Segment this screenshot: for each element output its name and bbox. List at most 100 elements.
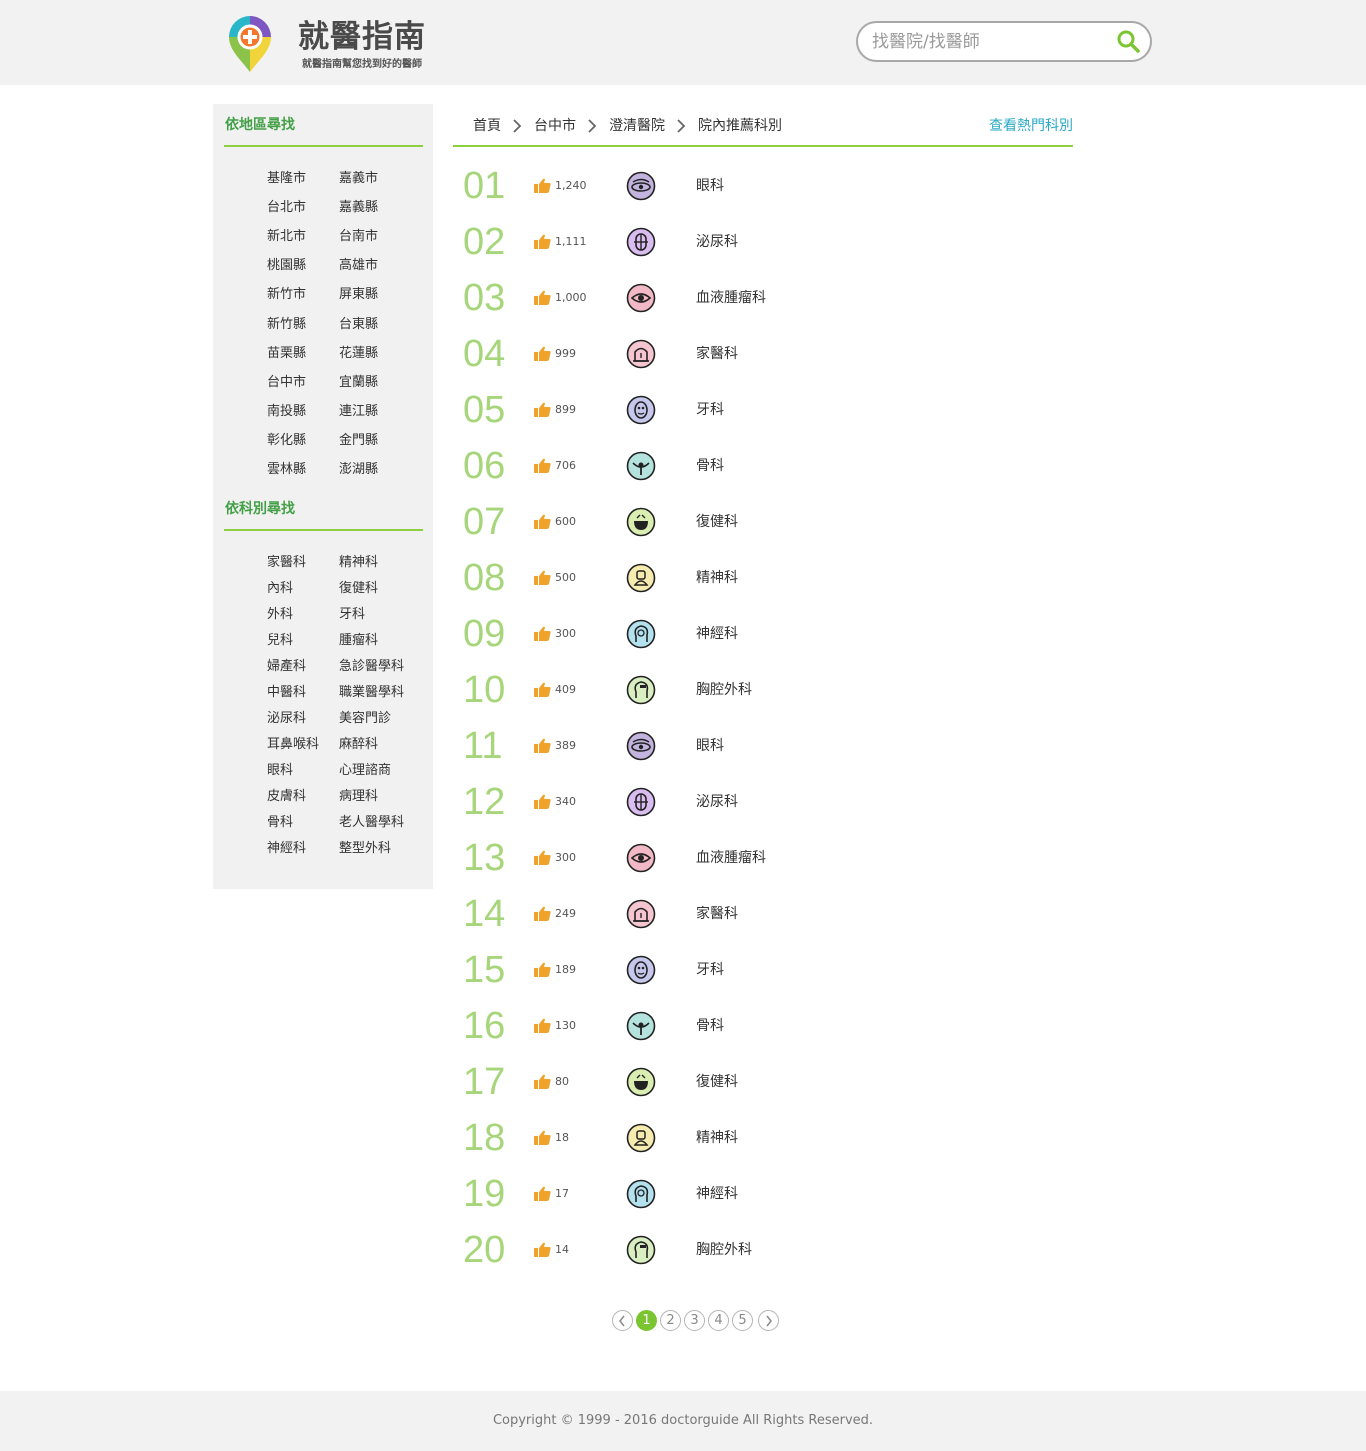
thumbs-up-icon[interactable] bbox=[534, 178, 551, 193]
hot-departments-link[interactable]: 查看熱門科別 bbox=[989, 117, 1073, 135]
region-link[interactable]: 宜蘭縣 bbox=[339, 374, 378, 392]
department-name[interactable]: 復健科 bbox=[696, 1073, 738, 1091]
department-link[interactable]: 整型外科 bbox=[339, 840, 391, 858]
department-link[interactable]: 病理科 bbox=[339, 788, 378, 806]
department-link[interactable]: 美容門診 bbox=[339, 710, 391, 728]
department-link[interactable]: 中醫科 bbox=[267, 684, 306, 702]
ranking-row[interactable]: 11 389 眼科 bbox=[453, 719, 1073, 775]
department-link[interactable]: 家醫科 bbox=[267, 554, 306, 572]
department-link[interactable]: 眼科 bbox=[267, 762, 293, 780]
department-name[interactable]: 泌尿科 bbox=[696, 793, 738, 811]
page-number-button[interactable]: 1 bbox=[636, 1310, 657, 1331]
region-link[interactable]: 苗栗縣 bbox=[267, 345, 306, 363]
region-link[interactable]: 新竹市 bbox=[267, 286, 306, 304]
department-name[interactable]: 精神科 bbox=[696, 569, 738, 587]
department-name[interactable]: 眼科 bbox=[696, 737, 724, 755]
department-name[interactable]: 牙科 bbox=[696, 961, 724, 979]
ranking-row[interactable]: 07 600 復健科 bbox=[453, 495, 1073, 551]
ranking-row[interactable]: 02 1,111 泌尿科 bbox=[453, 215, 1073, 271]
department-link[interactable]: 神經科 bbox=[267, 840, 306, 858]
department-link[interactable]: 兒科 bbox=[267, 632, 293, 650]
ranking-row[interactable]: 08 500 精神科 bbox=[453, 551, 1073, 607]
region-link[interactable]: 連江縣 bbox=[339, 403, 378, 421]
ranking-row[interactable]: 16 130 骨科 bbox=[453, 999, 1073, 1055]
ranking-row[interactable]: 14 249 家醫科 bbox=[453, 887, 1073, 943]
department-name[interactable]: 家醫科 bbox=[696, 905, 738, 923]
region-link[interactable]: 彰化縣 bbox=[267, 432, 306, 450]
department-name[interactable]: 眼科 bbox=[696, 177, 724, 195]
department-name[interactable]: 復健科 bbox=[696, 513, 738, 531]
department-link[interactable]: 復健科 bbox=[339, 580, 378, 598]
ranking-row[interactable]: 18 18 精神科 bbox=[453, 1111, 1073, 1167]
ranking-row[interactable]: 04 999 家醫科 bbox=[453, 327, 1073, 383]
search-icon[interactable] bbox=[1115, 28, 1143, 56]
page-number-button[interactable]: 2 bbox=[660, 1310, 681, 1331]
page-number-button[interactable]: 3 bbox=[684, 1310, 705, 1331]
region-link[interactable]: 台中市 bbox=[267, 374, 306, 392]
region-link[interactable]: 嘉義縣 bbox=[339, 199, 378, 217]
department-link[interactable]: 內科 bbox=[267, 580, 293, 598]
thumbs-up-icon[interactable] bbox=[534, 906, 551, 921]
thumbs-up-icon[interactable] bbox=[534, 346, 551, 361]
department-link[interactable]: 泌尿科 bbox=[267, 710, 306, 728]
thumbs-up-icon[interactable] bbox=[534, 738, 551, 753]
department-name[interactable]: 胸腔外科 bbox=[696, 681, 752, 699]
thumbs-up-icon[interactable] bbox=[534, 850, 551, 865]
department-link[interactable]: 職業醫學科 bbox=[339, 684, 404, 702]
next-page-button[interactable] bbox=[758, 1310, 779, 1331]
department-link[interactable]: 皮膚科 bbox=[267, 788, 306, 806]
ranking-row[interactable]: 13 300 血液腫瘤科 bbox=[453, 831, 1073, 887]
thumbs-up-icon[interactable] bbox=[534, 1242, 551, 1257]
region-link[interactable]: 桃園縣 bbox=[267, 257, 306, 275]
thumbs-up-icon[interactable] bbox=[534, 626, 551, 641]
thumbs-up-icon[interactable] bbox=[534, 402, 551, 417]
region-link[interactable]: 嘉義市 bbox=[339, 170, 378, 188]
thumbs-up-icon[interactable] bbox=[534, 1074, 551, 1089]
region-link[interactable]: 台北市 bbox=[267, 199, 306, 217]
thumbs-up-icon[interactable] bbox=[534, 514, 551, 529]
page-number-button[interactable]: 5 bbox=[732, 1310, 753, 1331]
region-link[interactable]: 澎湖縣 bbox=[339, 461, 378, 479]
department-name[interactable]: 神經科 bbox=[696, 1185, 738, 1203]
thumbs-up-icon[interactable] bbox=[534, 1130, 551, 1145]
breadcrumb-city[interactable]: 台中市 bbox=[534, 117, 576, 135]
ranking-row[interactable]: 06 706 骨科 bbox=[453, 439, 1073, 495]
department-name[interactable]: 骨科 bbox=[696, 457, 724, 475]
department-link[interactable]: 婦產科 bbox=[267, 658, 306, 676]
department-name[interactable]: 血液腫瘤科 bbox=[696, 849, 766, 867]
region-link[interactable]: 花蓮縣 bbox=[339, 345, 378, 363]
thumbs-up-icon[interactable] bbox=[534, 794, 551, 809]
department-link[interactable]: 牙科 bbox=[339, 606, 365, 624]
department-link[interactable]: 老人醫學科 bbox=[339, 814, 404, 832]
breadcrumb-home[interactable]: 首頁 bbox=[473, 117, 501, 135]
department-link[interactable]: 麻醉科 bbox=[339, 736, 378, 754]
region-link[interactable]: 屏東縣 bbox=[339, 286, 378, 304]
thumbs-up-icon[interactable] bbox=[534, 234, 551, 249]
department-name[interactable]: 胸腔外科 bbox=[696, 1241, 752, 1259]
ranking-row[interactable]: 09 300 神經科 bbox=[453, 607, 1073, 663]
ranking-row[interactable]: 17 80 復健科 bbox=[453, 1055, 1073, 1111]
ranking-row[interactable]: 15 189 牙科 bbox=[453, 943, 1073, 999]
department-link[interactable]: 心理諮商 bbox=[339, 762, 391, 780]
thumbs-up-icon[interactable] bbox=[534, 570, 551, 585]
thumbs-up-icon[interactable] bbox=[534, 1186, 551, 1201]
logo-icon[interactable] bbox=[227, 14, 273, 74]
thumbs-up-icon[interactable] bbox=[534, 962, 551, 977]
ranking-row[interactable]: 12 340 泌尿科 bbox=[453, 775, 1073, 831]
search-input[interactable] bbox=[872, 29, 1102, 55]
thumbs-up-icon[interactable] bbox=[534, 682, 551, 697]
brand-name[interactable]: 就醫指南 bbox=[298, 18, 426, 56]
region-link[interactable]: 台東縣 bbox=[339, 316, 378, 334]
ranking-row[interactable]: 20 14 胸腔外科 bbox=[453, 1223, 1073, 1279]
thumbs-up-icon[interactable] bbox=[534, 1018, 551, 1033]
department-name[interactable]: 家醫科 bbox=[696, 345, 738, 363]
ranking-row[interactable]: 19 17 神經科 bbox=[453, 1167, 1073, 1223]
thumbs-up-icon[interactable] bbox=[534, 458, 551, 473]
department-name[interactable]: 血液腫瘤科 bbox=[696, 289, 766, 307]
ranking-row[interactable]: 05 899 牙科 bbox=[453, 383, 1073, 439]
department-name[interactable]: 精神科 bbox=[696, 1129, 738, 1147]
region-link[interactable]: 金門縣 bbox=[339, 432, 378, 450]
department-name[interactable]: 神經科 bbox=[696, 625, 738, 643]
region-link[interactable]: 基隆市 bbox=[267, 170, 306, 188]
region-link[interactable]: 南投縣 bbox=[267, 403, 306, 421]
